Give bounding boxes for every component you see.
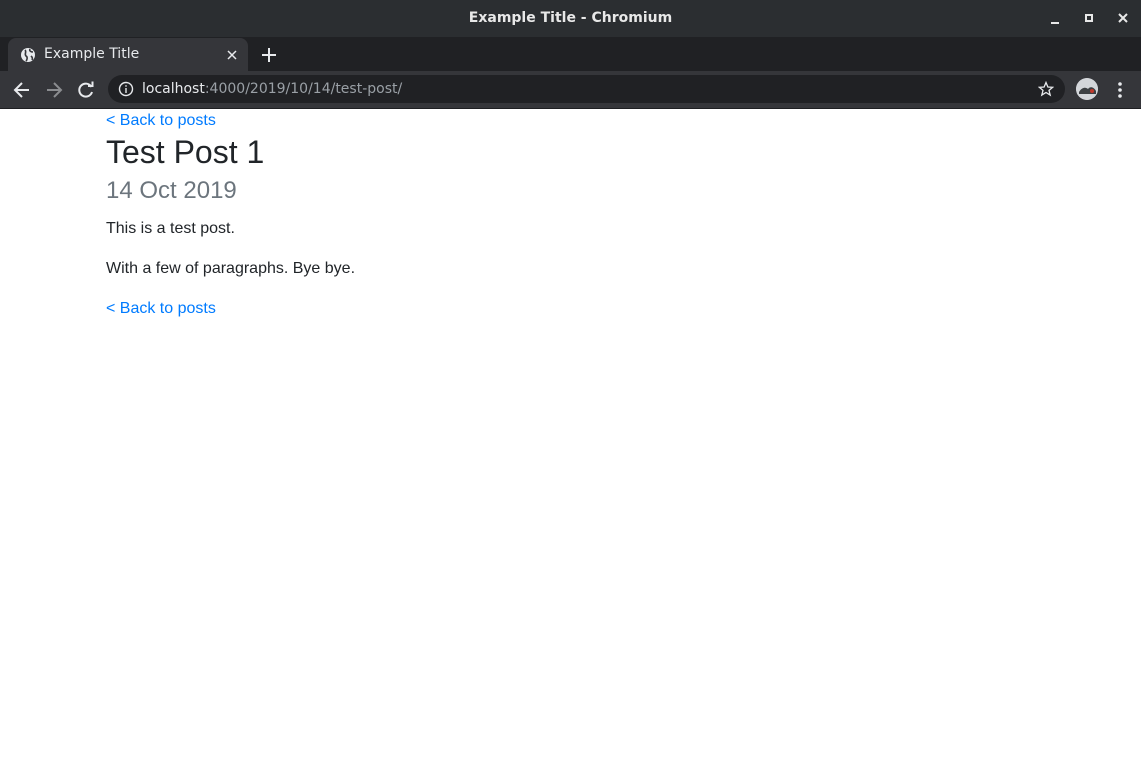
globe-icon (20, 47, 36, 63)
browser-toolbar: localhost:4000/2019/10/14/test-post/ (0, 71, 1141, 109)
maximize-icon[interactable] (1079, 9, 1099, 29)
window-title: Example Title - Chromium (468, 10, 673, 26)
profile-avatar[interactable] (1076, 78, 1098, 100)
menu-kebab-icon[interactable] (1110, 79, 1130, 101)
url-path: :4000/2019/10/14/test-post/ (204, 81, 403, 97)
browser-tab[interactable]: Example Title (8, 38, 248, 71)
post-paragraph: This is a test post. (106, 220, 235, 237)
address-bar[interactable]: localhost:4000/2019/10/14/test-post/ (108, 75, 1065, 103)
url-host: localhost (142, 81, 205, 97)
post-date: 14 Oct 2019 (106, 177, 237, 204)
tab-strip: Example Title (0, 37, 1141, 71)
forward-arrow-icon[interactable] (43, 79, 65, 101)
close-window-icon[interactable] (1113, 9, 1133, 29)
close-tab-icon[interactable] (224, 47, 240, 63)
back-to-posts-link-top[interactable]: < Back to posts (106, 111, 216, 131)
bookmark-star-icon[interactable] (1037, 80, 1055, 97)
window-title-bar: Example Title - Chromium (0, 0, 1141, 37)
post-paragraph: With a few of paragraphs. Bye bye. (106, 260, 356, 277)
new-tab-icon[interactable] (259, 45, 279, 65)
minimize-icon[interactable] (1045, 9, 1065, 29)
reload-icon[interactable] (75, 79, 97, 101)
tab-title: Example Title (44, 46, 140, 62)
info-icon[interactable] (118, 81, 134, 97)
post-title: Test Post 1 (106, 134, 265, 170)
back-arrow-icon[interactable] (11, 79, 33, 101)
page-viewport: < Back to posts Test Post 1 14 Oct 2019 … (0, 109, 1141, 762)
back-to-posts-link-bottom[interactable]: < Back to posts (106, 299, 216, 319)
url-text[interactable]: localhost:4000/2019/10/14/test-post/ (142, 75, 402, 103)
